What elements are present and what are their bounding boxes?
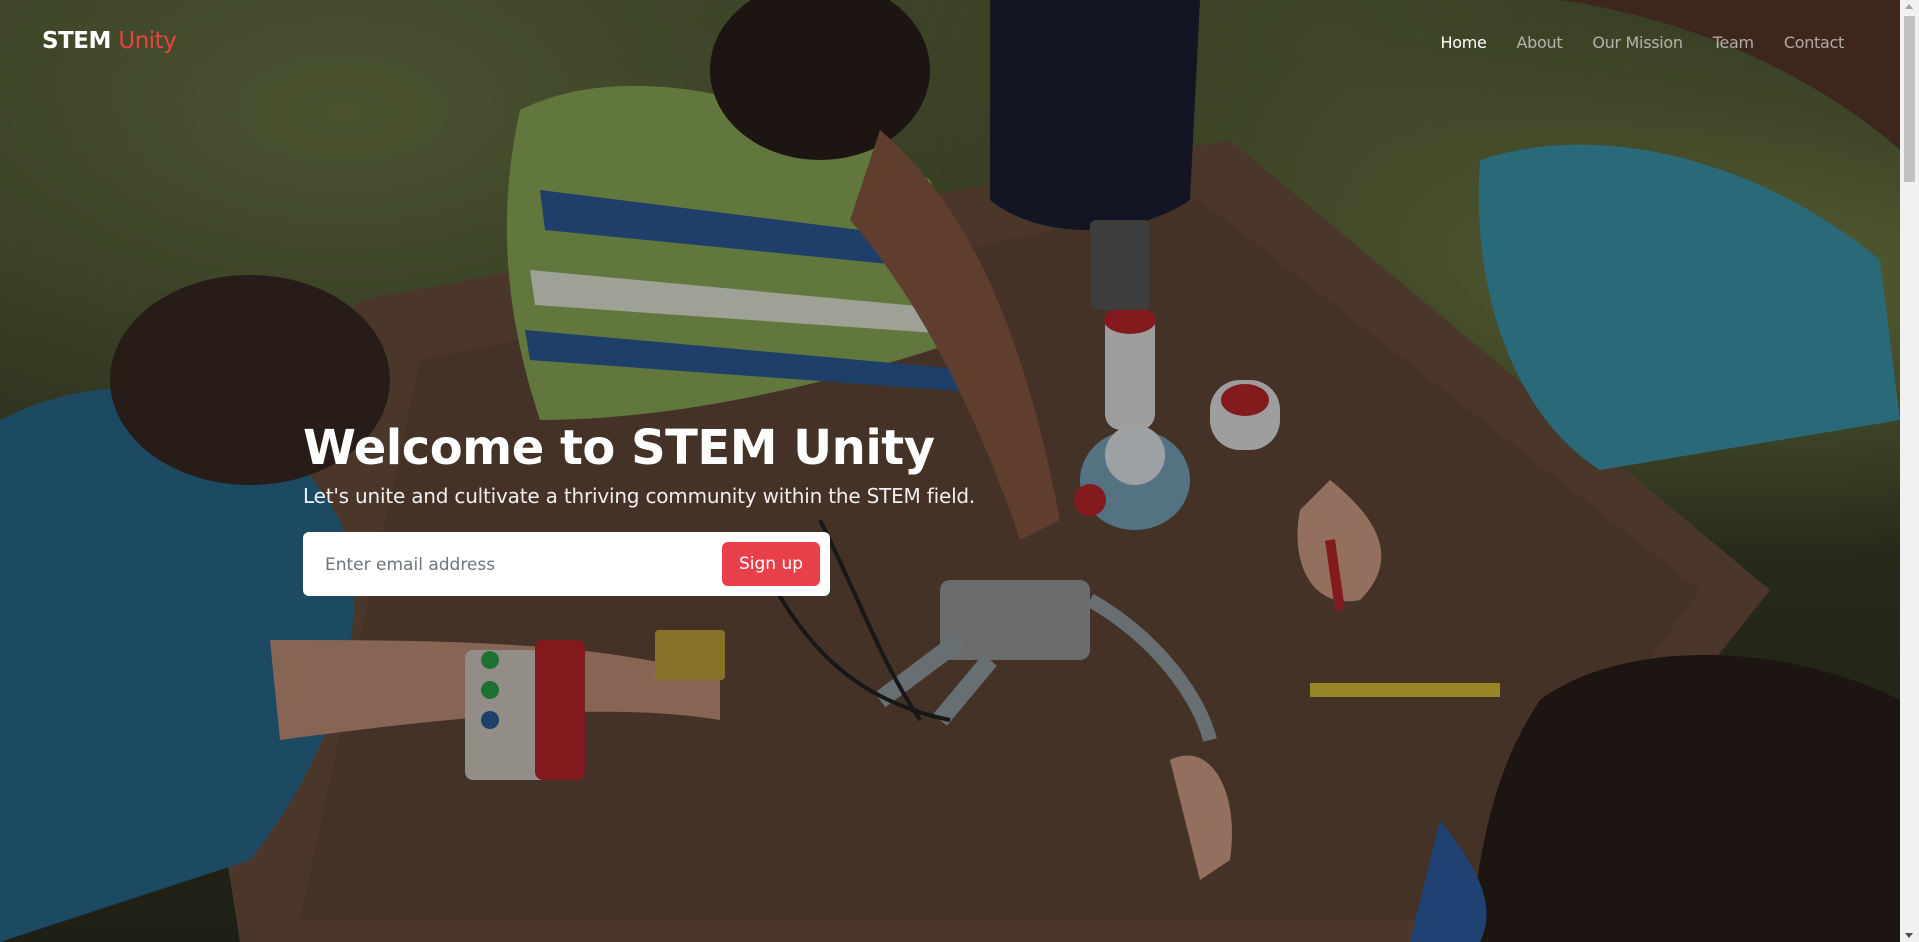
nav-team[interactable]: Team — [1713, 33, 1754, 52]
brand-first-word: STEM — [42, 28, 111, 54]
hero-subtitle: Let's unite and cultivate a thriving com… — [303, 484, 976, 508]
email-input[interactable] — [323, 546, 687, 584]
scrollbar-thumb[interactable] — [1904, 16, 1915, 182]
signup-form: Sign up — [303, 532, 830, 596]
hero-content: Welcome to STEM Unity Let's unite and cu… — [303, 420, 975, 508]
brand-logo[interactable]: STEM Unity — [42, 28, 177, 54]
main-nav: Home About Our Mission Team Contact — [1410, 33, 1844, 52]
signup-button[interactable]: Sign up — [722, 542, 820, 586]
scroll-down-arrow-icon[interactable] — [1905, 933, 1913, 938]
nav-about[interactable]: About — [1517, 33, 1563, 52]
vertical-scrollbar[interactable] — [1900, 0, 1919, 942]
hero-title: Welcome to STEM Unity — [303, 420, 935, 476]
nav-home[interactable]: Home — [1440, 33, 1486, 52]
scroll-up-arrow-icon[interactable] — [1905, 4, 1913, 9]
top-navbar: STEM Unity Home About Our Mission Team C… — [0, 0, 1900, 86]
nav-contact[interactable]: Contact — [1784, 33, 1844, 52]
brand-second-word: Unity — [118, 28, 177, 54]
nav-our-mission[interactable]: Our Mission — [1592, 33, 1683, 52]
